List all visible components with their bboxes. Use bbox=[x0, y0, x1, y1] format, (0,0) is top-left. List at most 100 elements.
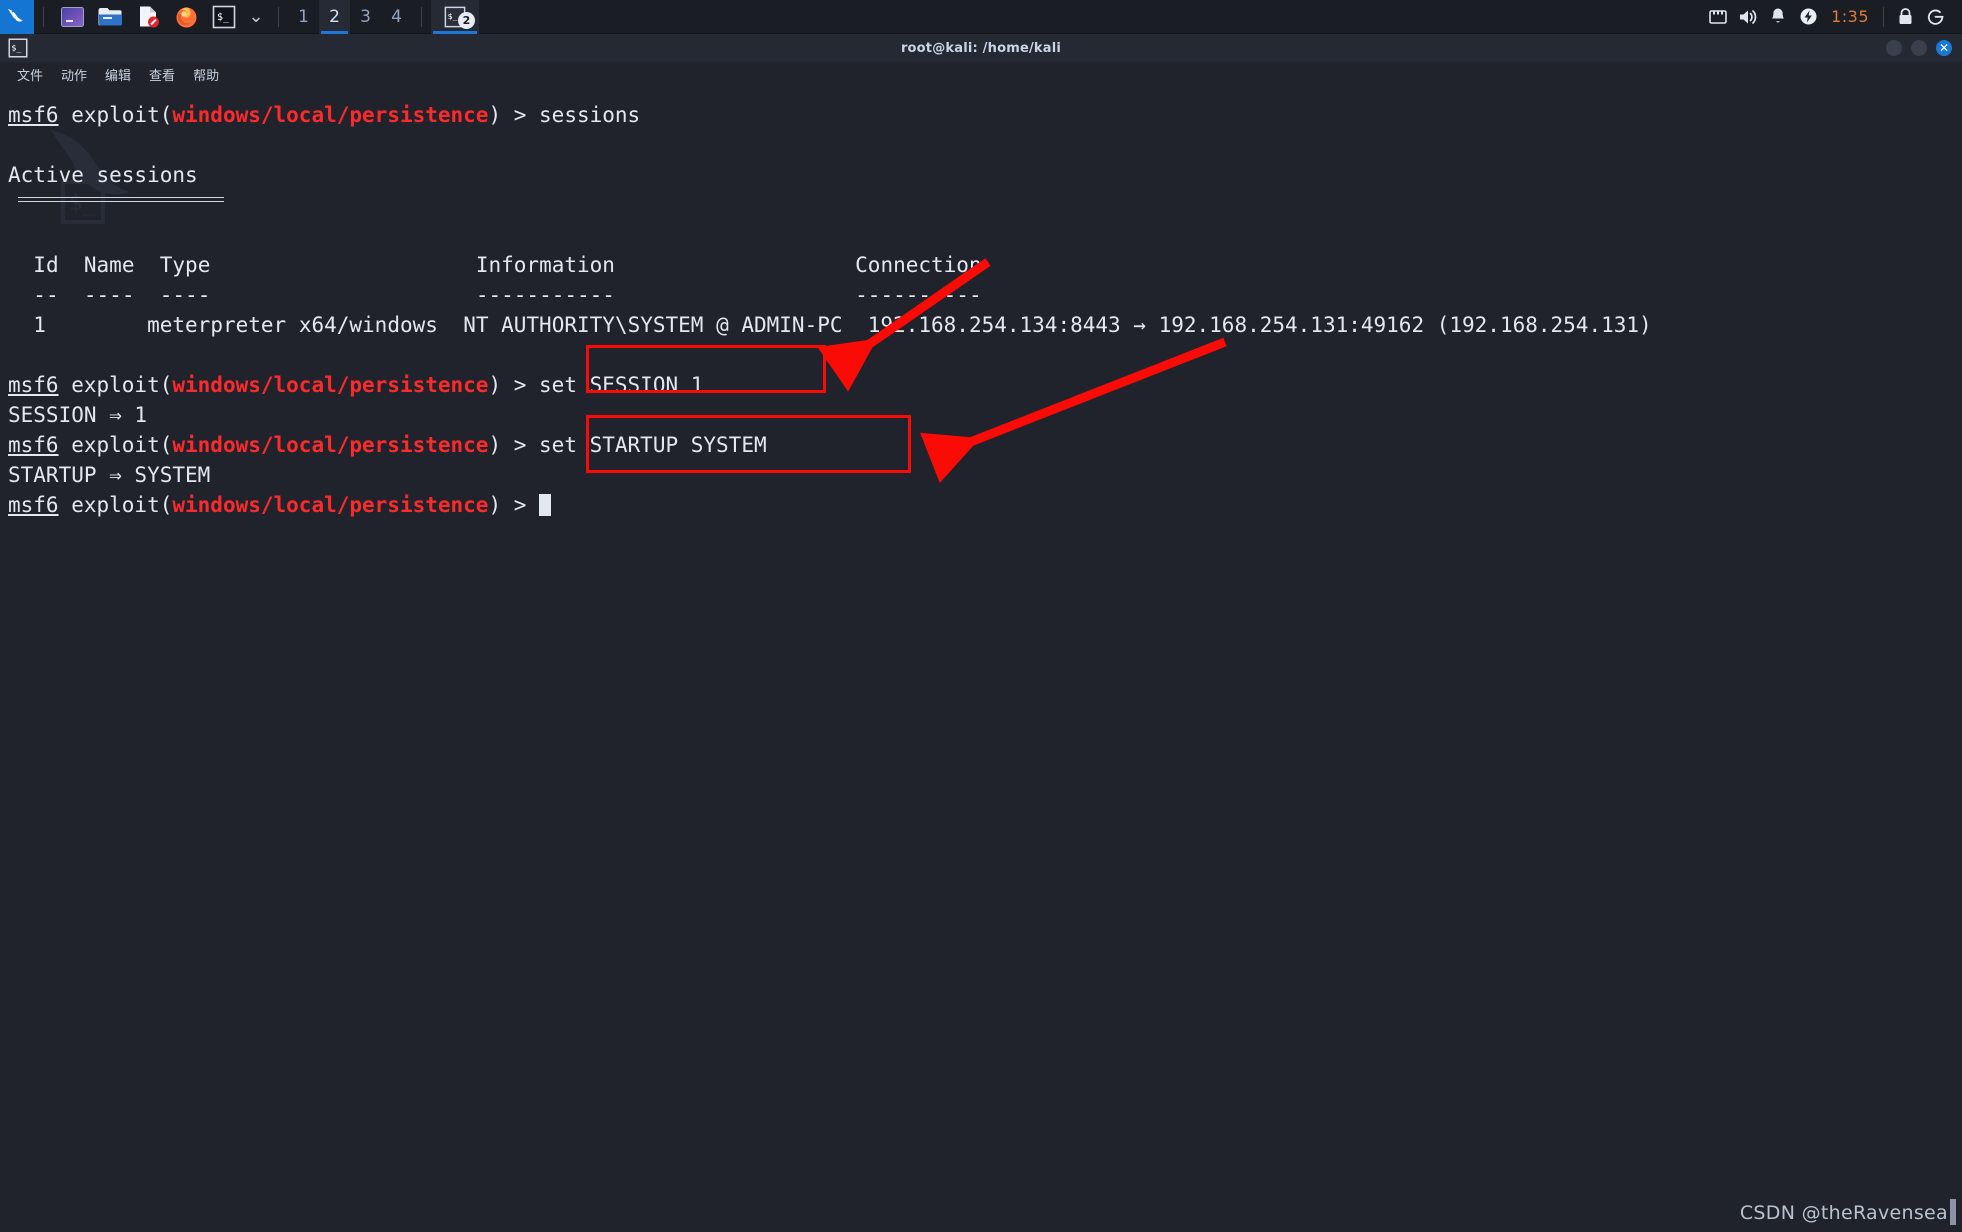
workspace-label: 2 bbox=[329, 6, 340, 27]
table-row: 1 meterpreter x64/windows NT AUTHORITY\S… bbox=[8, 310, 1962, 340]
window-controls: ✕ bbox=[1886, 40, 1952, 56]
taskbar: $_ ⌄ 1 2 3 4 $_ 2 1:35 bbox=[0, 0, 1962, 34]
dashes-connection: ---------- bbox=[855, 283, 982, 307]
prompt-user: msf6 bbox=[8, 433, 59, 457]
prompt-user: msf6 bbox=[8, 493, 59, 517]
workspace-button-2[interactable]: 2 bbox=[319, 0, 350, 34]
prompt-user: msf6 bbox=[8, 373, 59, 397]
terminal-command-sessions: sessions bbox=[539, 103, 641, 127]
terminal-line-prompt-active: msf6 exploit(windows/local/persistence) … bbox=[8, 490, 1962, 520]
prompt-module: windows/local/persistence bbox=[172, 373, 489, 397]
menu-item-edit[interactable]: 编辑 bbox=[98, 63, 138, 86]
close-button[interactable]: ✕ bbox=[1936, 40, 1952, 56]
dashes-type: ---- bbox=[159, 283, 211, 307]
cell-connection: 192.168.254.134:8443 → 192.168.254.131:4… bbox=[867, 313, 1652, 337]
volume-icon[interactable] bbox=[1733, 0, 1763, 34]
chevron-down-icon: ⌄ bbox=[248, 5, 264, 27]
power-icon[interactable] bbox=[1793, 0, 1823, 34]
text-cursor bbox=[539, 494, 552, 516]
header-type: Type bbox=[159, 253, 211, 277]
workspace-label: 3 bbox=[360, 6, 371, 27]
menu-item-actions[interactable]: 动作 bbox=[54, 63, 94, 86]
workspace-label: 1 bbox=[298, 6, 309, 27]
window-titlebar[interactable]: $_ root@kali: /home/kali ✕ bbox=[0, 34, 1962, 62]
terminal-prompt-icon: $_ bbox=[8, 38, 28, 58]
quick-launch-firefox[interactable] bbox=[169, 0, 203, 34]
bell-icon bbox=[1772, 8, 1785, 23]
terminal-line-prompt-set-startup: msf6 exploit(windows/local/persistence) … bbox=[8, 430, 1962, 460]
kali-menu-button[interactable] bbox=[0, 0, 34, 34]
highlight-box-set-startup bbox=[586, 415, 911, 473]
window-title: root@kali: /home/kali bbox=[900, 40, 1062, 56]
taskbar-tray: 1:35 bbox=[1703, 0, 1962, 34]
prompt-module: windows/local/persistence bbox=[172, 433, 489, 457]
prompt-module-close: ) > bbox=[488, 103, 540, 127]
header-id: Id bbox=[33, 253, 59, 277]
terminal-window: $_ root@kali: /home/kali ✕ 文件 动作 编辑 查看 帮… bbox=[0, 34, 1962, 1232]
workspace-button-3[interactable]: 3 bbox=[350, 0, 381, 34]
terminal-line-prompt-set-session: msf6 exploit(windows/local/persistence) … bbox=[8, 370, 1962, 400]
prompt-module-close: ) > bbox=[488, 493, 540, 517]
highlight-box-set-session bbox=[586, 345, 826, 393]
workspace-button-1[interactable]: 1 bbox=[288, 0, 319, 34]
menubar: 文件 动作 编辑 查看 帮助 bbox=[0, 62, 1962, 86]
notifications-bell-icon[interactable] bbox=[1763, 0, 1793, 34]
network-icon bbox=[1709, 9, 1727, 24]
volume-icon bbox=[1740, 9, 1757, 24]
terminal-output-startup: STARTUP ⇒ SYSTEM bbox=[8, 463, 211, 487]
terminal-output[interactable]: $_ msf6 exploit(windows/local/persistenc… bbox=[0, 86, 1962, 1232]
cell-information: NT AUTHORITY\SYSTEM @ ADMIN-PC bbox=[463, 313, 843, 337]
terminal-window-icon bbox=[60, 6, 84, 27]
logout-icon[interactable] bbox=[1920, 0, 1950, 34]
logout-icon bbox=[1927, 9, 1944, 25]
clock[interactable]: 1:35 bbox=[1823, 7, 1877, 26]
menu-item-view[interactable]: 查看 bbox=[142, 63, 182, 86]
heading-double-underline bbox=[8, 190, 1962, 220]
cell-id: 1 bbox=[33, 313, 46, 337]
prompt-module-open: exploit( bbox=[58, 493, 173, 517]
watermark-bar bbox=[1950, 1199, 1956, 1225]
quick-launch-terminal-dropdown[interactable]: $_ bbox=[207, 0, 241, 34]
firefox-icon bbox=[176, 7, 196, 28]
window-count-badge: 2 bbox=[458, 11, 475, 29]
prompt-module-close: ) > bbox=[488, 373, 540, 397]
header-information: Information bbox=[475, 253, 615, 277]
svg-text:$_: $_ bbox=[217, 12, 230, 23]
header-connection: Connection bbox=[855, 253, 982, 277]
taskbar-left: $_ ⌄ 1 2 3 4 $_ 2 bbox=[0, 0, 479, 34]
terminal-line-prompt-sessions: msf6 exploit(windows/local/persistence) … bbox=[8, 100, 1962, 130]
bolt-icon bbox=[1800, 8, 1817, 25]
prompt-module-open: exploit( bbox=[58, 373, 173, 397]
menu-item-file[interactable]: 文件 bbox=[10, 63, 50, 86]
quick-launch-terminal-emulator[interactable] bbox=[55, 0, 89, 34]
quick-launch-text-editor[interactable] bbox=[131, 0, 165, 34]
dashes-information: ----------- bbox=[475, 283, 615, 307]
svg-text:$_: $_ bbox=[11, 43, 22, 53]
network-icon[interactable] bbox=[1703, 0, 1733, 34]
maximize-button[interactable] bbox=[1911, 40, 1927, 56]
prompt-user: msf6 bbox=[8, 103, 59, 127]
sessions-table-dashes: -- ---- ---- ----------- ---------- bbox=[8, 280, 1962, 310]
taskbar-window-button-terminal[interactable]: $_ 2 bbox=[431, 0, 479, 34]
prompt-module-open: exploit( bbox=[58, 433, 173, 457]
prompt-module: windows/local/persistence bbox=[172, 103, 489, 127]
csdn-watermark: CSDN @theRavensea bbox=[1739, 1202, 1948, 1224]
menu-item-help[interactable]: 帮助 bbox=[186, 63, 226, 86]
lock-screen-icon[interactable] bbox=[1890, 0, 1920, 34]
terminal-output-session: SESSION ⇒ 1 bbox=[8, 403, 148, 427]
quick-launch-file-manager[interactable] bbox=[93, 0, 127, 34]
lock-icon bbox=[1899, 8, 1911, 24]
prompt-module-open: exploit( bbox=[58, 103, 173, 127]
terminal-dropdown-arrow[interactable]: ⌄ bbox=[245, 0, 267, 34]
minimize-button[interactable] bbox=[1886, 40, 1902, 56]
active-sessions-heading: Active sessions bbox=[8, 163, 198, 187]
taskbar-divider-2 bbox=[278, 6, 279, 27]
svg-text:$_: $_ bbox=[448, 10, 458, 20]
cell-type: meterpreter x64/windows bbox=[147, 313, 438, 337]
workspace-button-4[interactable]: 4 bbox=[381, 0, 412, 34]
kali-dragon-icon bbox=[8, 8, 23, 22]
dashes-id: -- bbox=[33, 283, 59, 307]
